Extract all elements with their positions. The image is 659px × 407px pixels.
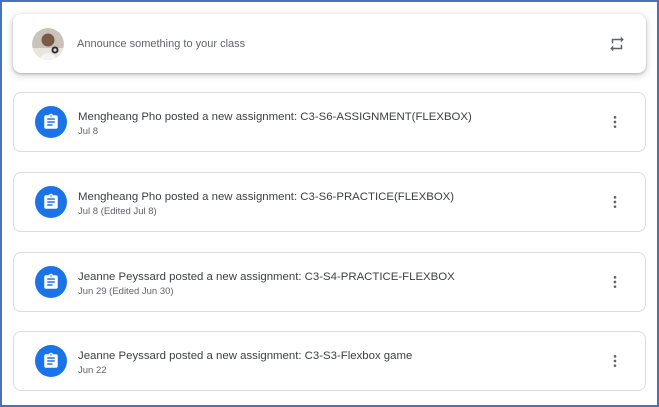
post-card[interactable]: Mengheang Pho posted a new assignment: C… [13, 172, 646, 232]
more-vert-icon [613, 116, 617, 128]
more-options-button[interactable] [605, 271, 625, 293]
announce-placeholder[interactable]: Announce something to your class [77, 37, 245, 51]
assignment-icon [35, 186, 67, 218]
post-title[interactable]: Jeanne Peyssard posted a new assignment:… [78, 270, 455, 284]
assignment-icon [35, 266, 67, 298]
stream-frame: Announce something to your class Menghea… [0, 0, 659, 407]
more-options-button[interactable] [605, 191, 625, 213]
more-options-button[interactable] [605, 111, 625, 133]
post-card[interactable]: Mengheang Pho posted a new assignment: C… [13, 92, 646, 152]
user-avatar-icon [32, 28, 64, 60]
post-date: Jul 8 (Edited Jul 8) [78, 206, 157, 217]
post-title[interactable]: Mengheang Pho posted a new assignment: C… [78, 110, 472, 124]
avatar [32, 28, 64, 60]
post-card[interactable]: Jeanne Peyssard posted a new assignment:… [13, 252, 646, 312]
post-title[interactable]: Jeanne Peyssard posted a new assignment:… [78, 349, 412, 363]
more-vert-icon [613, 355, 617, 367]
more-vert-icon [613, 276, 617, 288]
more-options-button[interactable] [605, 350, 625, 372]
post-date: Jul 8 [78, 126, 99, 137]
announce-box[interactable]: Announce something to your class [13, 14, 646, 73]
repost-button[interactable] [606, 33, 628, 55]
assignment-icon [35, 345, 67, 377]
assignment-icon [35, 106, 67, 138]
post-title[interactable]: Mengheang Pho posted a new assignment: C… [78, 190, 454, 204]
more-vert-icon [613, 196, 617, 208]
post-date: Jun 22 [78, 365, 107, 376]
post-card[interactable]: Jeanne Peyssard posted a new assignment:… [13, 331, 646, 391]
post-date: Jun 29 (Edited Jun 30) [78, 286, 174, 297]
repost-icon [610, 36, 624, 52]
